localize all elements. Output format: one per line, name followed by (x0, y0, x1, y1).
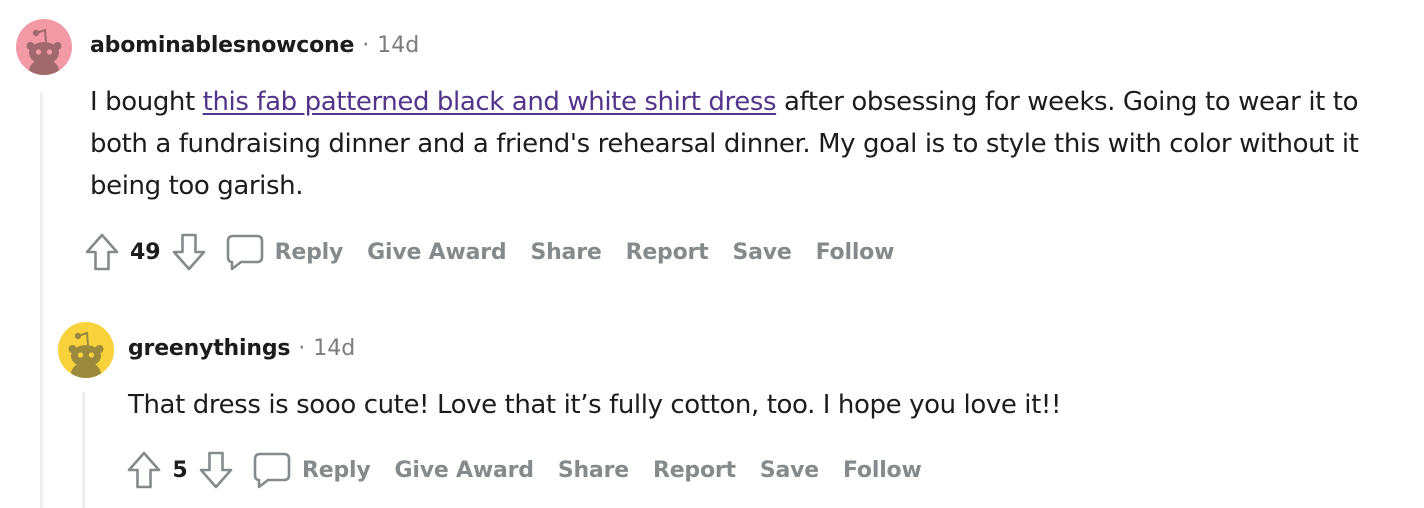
save-button[interactable]: Save (732, 240, 791, 265)
meta-separator: · (362, 33, 370, 58)
snoo-avatar-icon (16, 19, 72, 75)
thread-line[interactable] (82, 392, 85, 508)
give-award-button[interactable]: Give Award (395, 458, 535, 483)
comment-actions: 49 Reply Give Award Share Report Save Fo… (82, 230, 894, 274)
report-button[interactable]: Report (626, 240, 709, 265)
comment-meta: abominablesnowcone · 14d (90, 33, 419, 58)
username[interactable]: abominablesnowcone (90, 33, 354, 58)
comment-text: That dress is sooo cute! Love that it’s … (128, 390, 1061, 420)
share-button[interactable]: Share (558, 458, 629, 483)
comment-body: That dress is sooo cute! Love that it’s … (128, 384, 1408, 426)
give-award-button[interactable]: Give Award (367, 240, 507, 265)
save-button[interactable]: Save (760, 458, 819, 483)
downvote-icon[interactable] (169, 232, 209, 272)
vote-score: 5 (172, 457, 188, 483)
share-button[interactable]: Share (530, 240, 601, 265)
comment-age[interactable]: 14d (377, 33, 419, 58)
comment-text: I bought (90, 87, 203, 117)
comment-actions: 5 Reply Give Award Share Report Save Fol… (124, 448, 922, 492)
avatar[interactable] (58, 322, 114, 378)
downvote-icon[interactable] (196, 450, 236, 490)
follow-button[interactable]: Follow (843, 458, 922, 483)
reply-icon[interactable] (223, 230, 267, 274)
report-button[interactable]: Report (653, 458, 736, 483)
reply-button[interactable]: Reply (275, 240, 344, 265)
upvote-icon[interactable] (82, 232, 122, 272)
comment-meta: greenythings · 14d (128, 336, 355, 361)
reply-button[interactable]: Reply (302, 458, 371, 483)
vote-score: 49 (130, 239, 161, 265)
dress-link[interactable]: this fab patterned black and white shirt… (203, 87, 777, 117)
follow-button[interactable]: Follow (816, 240, 895, 265)
username[interactable]: greenythings (128, 336, 290, 361)
thread-line[interactable] (40, 92, 43, 508)
reply-icon[interactable] (250, 448, 294, 492)
comment-age[interactable]: 14d (313, 336, 355, 361)
upvote-icon[interactable] (124, 450, 164, 490)
avatar[interactable] (16, 19, 72, 75)
meta-separator: · (298, 336, 306, 361)
comment-body: I bought this fab patterned black and wh… (90, 81, 1420, 207)
snoo-avatar-icon (58, 322, 114, 378)
